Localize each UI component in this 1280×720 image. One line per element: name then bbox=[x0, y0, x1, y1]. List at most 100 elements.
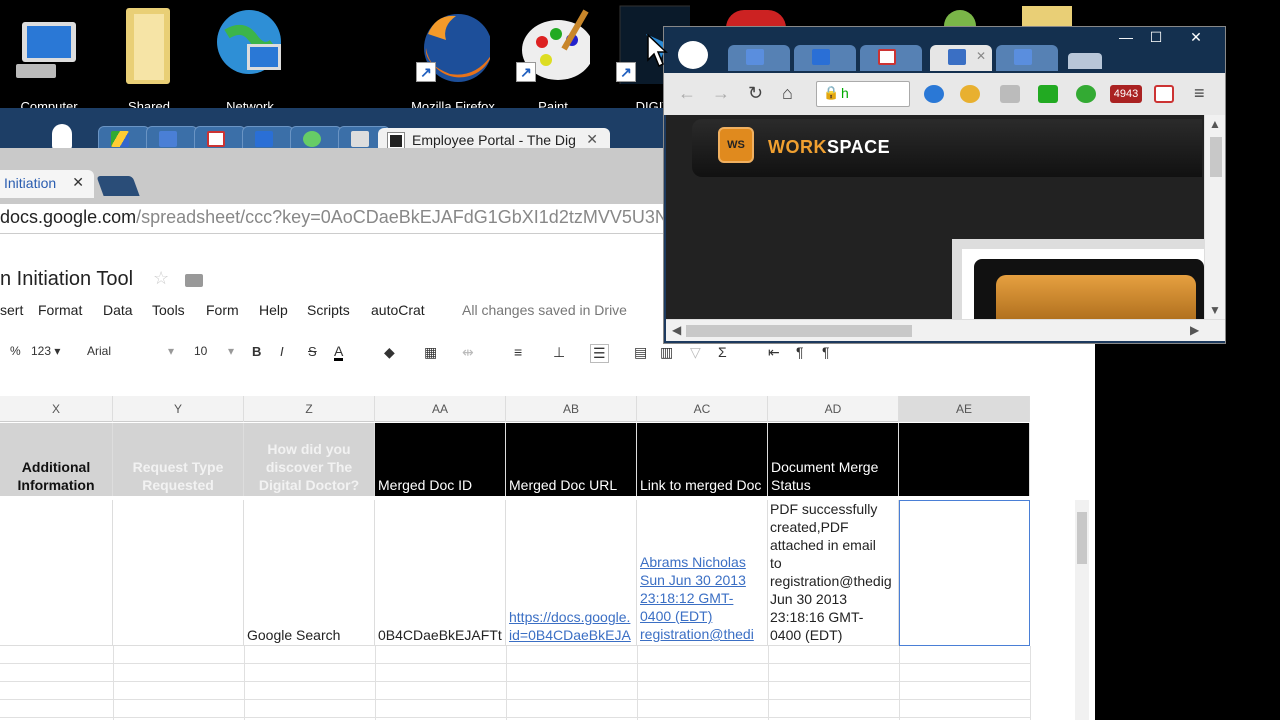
cell-x[interactable] bbox=[0, 500, 113, 646]
menu-tools[interactable]: Tools bbox=[152, 302, 185, 318]
extension-icon[interactable] bbox=[924, 85, 944, 103]
popup-vertical-scrollbar[interactable]: ▲ ▼ bbox=[1204, 115, 1225, 319]
strikethrough-button[interactable]: S bbox=[308, 344, 317, 359]
profile-avatar-icon[interactable] bbox=[52, 124, 72, 150]
font-family-dropdown[interactable]: Arial bbox=[87, 344, 111, 358]
scroll-right-icon[interactable]: ▶ bbox=[1190, 323, 1199, 337]
desktop-icon-computer[interactable]: Computer bbox=[4, 4, 94, 114]
scroll-down-icon[interactable]: ▼ bbox=[1209, 303, 1221, 317]
merged-doc-url-link[interactable]: id=0B4CDaeBkEJA bbox=[509, 627, 631, 643]
folder-icon[interactable] bbox=[185, 274, 203, 287]
chart-icon[interactable]: ▥ bbox=[660, 344, 673, 361]
menu-scripts[interactable]: Scripts bbox=[307, 302, 350, 318]
merged-doc-link[interactable]: Abrams Nicholas Sun Jun 30 2013 23:18:12… bbox=[640, 553, 754, 643]
new-tab-button[interactable] bbox=[96, 176, 140, 196]
cell-ad[interactable]: PDF successfully created,PDF attached in… bbox=[768, 500, 899, 646]
comment-icon[interactable]: ▤ bbox=[634, 344, 647, 361]
workspace-logo[interactable]: WS bbox=[718, 127, 754, 163]
percent-format-button[interactable]: % bbox=[10, 344, 21, 358]
cell-z[interactable]: Google Search bbox=[244, 500, 375, 646]
maximize-button[interactable]: ☐ bbox=[1142, 27, 1170, 47]
popup-tab-google[interactable] bbox=[728, 45, 790, 71]
borders-icon[interactable]: ▦ bbox=[424, 344, 437, 361]
chevron-down-icon[interactable]: ▾ bbox=[228, 344, 234, 358]
popup-tab-voice[interactable] bbox=[794, 45, 856, 71]
menu-format[interactable]: Format bbox=[38, 302, 82, 318]
desktop-icon-paint[interactable]: ↗ Paint bbox=[508, 4, 598, 114]
merge-cells-icon[interactable]: ⇹ bbox=[462, 344, 474, 361]
column-header-x[interactable]: X bbox=[0, 396, 113, 422]
popup-tab-gmail[interactable] bbox=[860, 45, 922, 71]
fill-color-icon[interactable]: ◆ bbox=[384, 344, 395, 361]
text-direction-icon[interactable]: ⇤ bbox=[768, 344, 780, 361]
header-cell-link-to-merged-doc[interactable]: Link to merged Doc bbox=[637, 423, 768, 496]
header-cell-additional-information[interactable]: Additional Information bbox=[0, 423, 113, 496]
menu-autocrat[interactable]: autoCrat bbox=[371, 302, 425, 318]
chevron-down-icon[interactable]: ▾ bbox=[168, 344, 174, 358]
column-header-z[interactable]: Z bbox=[244, 396, 375, 422]
italic-button[interactable]: I bbox=[280, 344, 284, 359]
merged-doc-url-link[interactable]: https://docs.google. bbox=[509, 609, 630, 625]
paragraph-rtl-icon[interactable]: ¶ bbox=[822, 344, 830, 360]
column-header-y[interactable]: Y bbox=[113, 396, 244, 422]
desktop-icon-shared[interactable]: Shared bbox=[104, 4, 194, 114]
checkmark-extension-icon[interactable] bbox=[1038, 85, 1058, 103]
header-cell-document-merge-status[interactable]: Document Merge Status bbox=[768, 423, 899, 496]
bold-button[interactable]: B bbox=[252, 344, 261, 359]
menu-help[interactable]: Help bbox=[259, 302, 288, 318]
cell-y[interactable] bbox=[113, 500, 244, 646]
extension-icon[interactable] bbox=[1000, 85, 1020, 103]
menu-data[interactable]: Data bbox=[103, 302, 133, 318]
text-color-button[interactable]: A bbox=[334, 344, 344, 361]
empty-row[interactable] bbox=[0, 700, 1030, 718]
close-tab-icon[interactable]: ✕ bbox=[586, 131, 598, 148]
font-size-dropdown[interactable]: 10 bbox=[194, 344, 207, 358]
scroll-thumb[interactable] bbox=[686, 325, 912, 337]
functions-icon[interactable]: Σ bbox=[718, 344, 727, 360]
column-header-aa[interactable]: AA bbox=[375, 396, 506, 422]
paragraph-ltr-icon[interactable]: ¶ bbox=[796, 344, 804, 360]
vertical-align-icon[interactable]: ⊥ bbox=[553, 344, 565, 361]
column-header-ac[interactable]: AC bbox=[637, 396, 768, 422]
new-tab-button[interactable] bbox=[1068, 53, 1102, 69]
close-window-button[interactable]: ✕ bbox=[1182, 27, 1210, 47]
filter-icon[interactable]: ▽ bbox=[690, 344, 701, 361]
cell-ac[interactable]: Abrams Nicholas Sun Jun 30 2013 23:18:12… bbox=[637, 500, 768, 646]
menu-form[interactable]: Form bbox=[206, 302, 239, 318]
header-cell-how-discover[interactable]: How did you discover The Digital Doctor? bbox=[244, 423, 375, 496]
cell-ab[interactable]: https://docs.google. id=0B4CDaeBkEJA bbox=[506, 500, 637, 646]
menu-insert[interactable]: sert bbox=[0, 302, 23, 318]
back-icon[interactable]: ← bbox=[678, 83, 696, 104]
header-cell-request-type[interactable]: Request Type Requested bbox=[113, 423, 244, 496]
column-header-ae[interactable]: AE bbox=[899, 396, 1030, 422]
empty-row[interactable] bbox=[0, 664, 1030, 682]
column-header-ad[interactable]: AD bbox=[768, 396, 899, 422]
alien-avatar-icon[interactable] bbox=[678, 41, 708, 69]
close-tab-icon[interactable]: ✕ bbox=[976, 49, 986, 63]
star-icon[interactable]: ☆ bbox=[153, 268, 169, 289]
cell-ae-selected[interactable] bbox=[899, 500, 1030, 646]
tab-initiation[interactable]: Initiation ✕ bbox=[0, 170, 94, 198]
scroll-up-icon[interactable]: ▲ bbox=[1209, 117, 1221, 131]
number-format-dropdown[interactable]: 123 ▾ bbox=[31, 344, 60, 358]
empty-row[interactable] bbox=[0, 646, 1030, 664]
scroll-thumb[interactable] bbox=[1210, 137, 1222, 177]
column-header-ab[interactable]: AB bbox=[506, 396, 637, 422]
sheet-vertical-scrollbar[interactable] bbox=[1075, 500, 1089, 720]
popup-horizontal-scrollbar[interactable]: ◀ ▶ bbox=[666, 319, 1225, 341]
close-tab-icon[interactable]: ✕ bbox=[72, 174, 84, 191]
gmail-icon[interactable] bbox=[1154, 85, 1174, 103]
popup-tab-mail-active[interactable]: ✕ bbox=[930, 45, 992, 71]
document-title[interactable]: n Initiation Tool bbox=[0, 268, 133, 291]
cell-aa[interactable]: 0B4CDaeBkEJAFTt bbox=[375, 500, 506, 646]
home-icon[interactable]: ⌂ bbox=[782, 83, 793, 104]
minimize-button[interactable]: — bbox=[1112, 27, 1140, 47]
forward-icon[interactable]: → bbox=[712, 83, 730, 104]
empty-row[interactable] bbox=[0, 682, 1030, 700]
menu-icon[interactable]: ≡ bbox=[1194, 83, 1205, 104]
scroll-thumb[interactable] bbox=[1077, 512, 1087, 564]
notification-badge[interactable]: 4943 bbox=[1110, 85, 1142, 103]
header-cell-merged-doc-id[interactable]: Merged Doc ID bbox=[375, 423, 506, 496]
extension-icon[interactable] bbox=[960, 85, 980, 103]
header-cell-ae[interactable] bbox=[899, 423, 1030, 496]
